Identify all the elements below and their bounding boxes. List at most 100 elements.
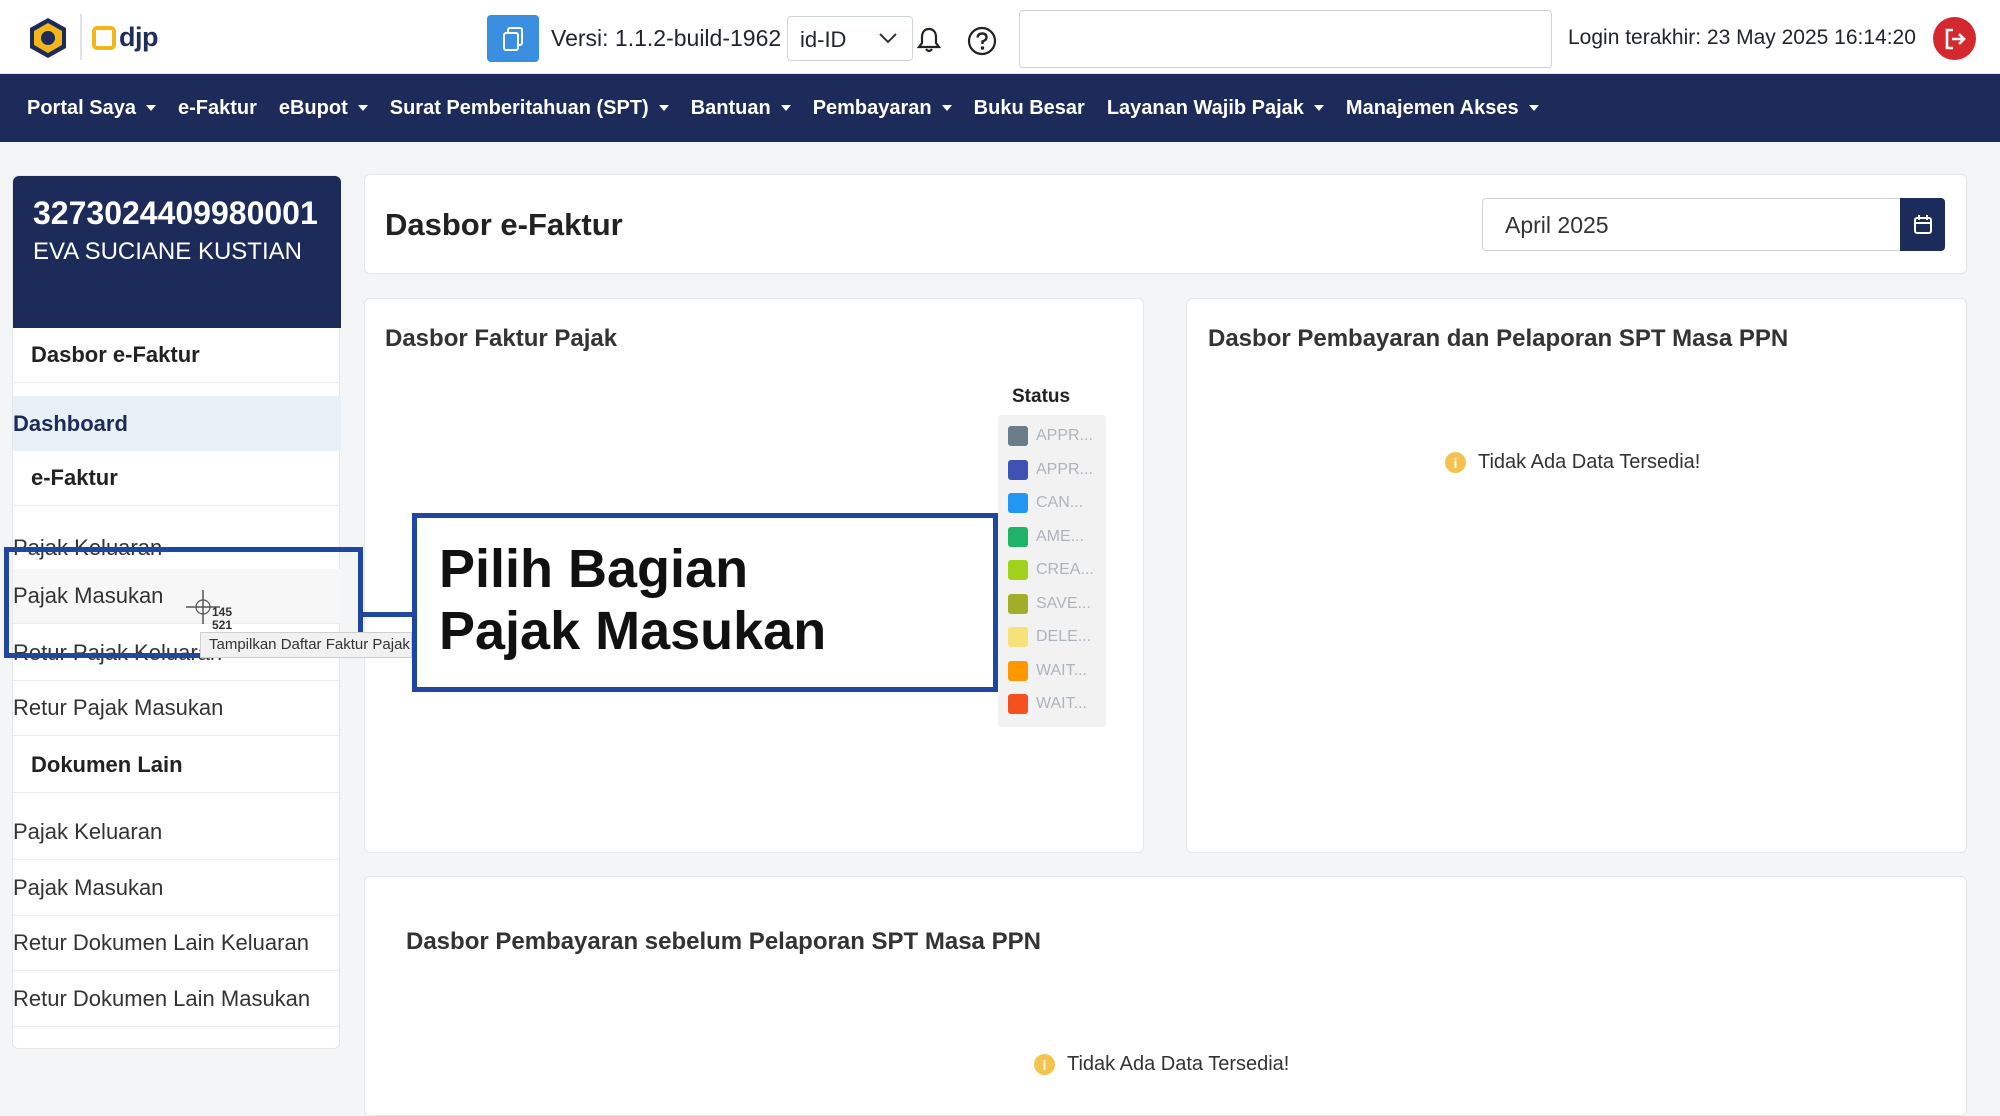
spt-panel-title: Dasbor Pembayaran dan Pelaporan SPT Masa… bbox=[1208, 325, 1789, 352]
legend-label: CAN... bbox=[1036, 494, 1084, 511]
kemenkeu-emblem-icon bbox=[26, 16, 70, 60]
main-navigation: Portal Saya e-Faktur eBupot Surat Pember… bbox=[0, 74, 2000, 142]
legend-item[interactable]: AME... bbox=[1008, 526, 1084, 548]
status-legend: APPR... APPR... CAN... AME... CREA... SA… bbox=[998, 415, 1106, 727]
caret-down-icon bbox=[941, 105, 952, 111]
nav-buku-besar[interactable]: Buku Besar bbox=[974, 97, 1085, 120]
legend-swatch bbox=[1008, 460, 1028, 480]
sidebar-item-dashboard[interactable]: Dashboard bbox=[13, 396, 341, 451]
legend-item[interactable]: DELE... bbox=[1008, 626, 1091, 648]
nav-label: Buku Besar bbox=[973, 96, 1085, 119]
sidebar-item-dl-retur-masukan[interactable]: Retur Dokumen Lain Masukan bbox=[13, 972, 341, 1027]
spt-masa-ppn-panel bbox=[1186, 298, 1967, 853]
info-icon: i bbox=[1034, 1054, 1055, 1075]
sidebar-heading-dasbor[interactable]: Dasbor e-Faktur bbox=[13, 328, 341, 383]
logout-button[interactable] bbox=[1933, 17, 1976, 60]
last-login-info: Login terakhir: 23 May 2025 16:14:20 bbox=[1568, 26, 1916, 50]
bell-icon[interactable] bbox=[916, 26, 942, 54]
legend-label: DELE... bbox=[1036, 628, 1092, 645]
djp-logo[interactable]: djp bbox=[92, 22, 159, 53]
pre-report-no-data-text: Tidak Ada Data Tersedia! bbox=[1067, 1053, 1290, 1075]
nav-ebupot[interactable]: eBupot bbox=[279, 97, 368, 120]
language-select[interactable]: id-ID bbox=[787, 16, 913, 61]
caret-down-icon bbox=[1313, 105, 1324, 111]
legend-title: Status bbox=[1012, 386, 1071, 407]
legend-label: SAVE... bbox=[1036, 595, 1091, 612]
spt-no-data: i Tidak Ada Data Tersedia! bbox=[1445, 451, 1700, 474]
cursor-y: 521 bbox=[212, 618, 233, 632]
nav-bantuan[interactable]: Bantuan bbox=[691, 97, 791, 120]
nav-manajemen-akses[interactable]: Manajemen Akses bbox=[1346, 97, 1539, 120]
caret-down-icon bbox=[658, 105, 669, 111]
legend-item[interactable]: WAIT... bbox=[1008, 660, 1087, 682]
legend-item[interactable]: CAN... bbox=[1008, 492, 1083, 514]
legend-item[interactable]: SAVE... bbox=[1008, 593, 1091, 615]
djp-logo-text: djp bbox=[119, 22, 159, 52]
nav-label: Manajemen Akses bbox=[1345, 96, 1519, 119]
caret-down-icon bbox=[780, 105, 791, 111]
legend-item[interactable]: CREA... bbox=[1008, 559, 1094, 581]
nav-label: e-Faktur bbox=[177, 96, 257, 119]
faktur-panel-title: Dasbor Faktur Pajak bbox=[385, 325, 618, 352]
cursor-coordinates: 145 521 bbox=[212, 606, 232, 632]
legend-item[interactable]: APPR... bbox=[1008, 425, 1093, 447]
legend-label: APPR... bbox=[1036, 427, 1093, 444]
version-label: Versi: bbox=[551, 25, 609, 51]
legend-swatch bbox=[1008, 493, 1028, 513]
nav-label: Surat Pemberitahuan (SPT) bbox=[389, 96, 649, 119]
legend-label: AME... bbox=[1036, 528, 1085, 545]
sidebar-item-dl-retur-keluaran[interactable]: Retur Dokumen Lain Keluaran bbox=[13, 916, 341, 971]
djp-logo-icon bbox=[92, 25, 116, 50]
search-input[interactable] bbox=[1019, 10, 1552, 68]
legend-item[interactable]: WAIT... bbox=[1008, 693, 1087, 715]
info-icon: i bbox=[1445, 452, 1466, 473]
profile-name: EVA SUCIANE KUSTIAN bbox=[33, 238, 302, 265]
help-icon[interactable] bbox=[967, 26, 997, 56]
legend-swatch bbox=[1008, 661, 1028, 681]
legend-label: APPR... bbox=[1036, 461, 1093, 478]
legend-swatch bbox=[1008, 426, 1028, 446]
logo-separator bbox=[80, 14, 82, 60]
nav-layanan-wajib-pajak[interactable]: Layanan Wajib Pajak bbox=[1107, 97, 1324, 120]
sidebar-item-retur-pajak-masukan[interactable]: Retur Pajak Masukan bbox=[13, 681, 341, 736]
caret-down-icon bbox=[357, 105, 368, 111]
instruction-callout: Pilih Bagian Pajak Masukan bbox=[412, 513, 998, 692]
legend-swatch bbox=[1008, 560, 1028, 580]
calendar-icon bbox=[1913, 214, 1932, 234]
last-login-value: 23 May 2025 16:14:20 bbox=[1706, 26, 1916, 49]
pembayaran-sebelum-pelaporan-panel bbox=[364, 876, 1967, 1116]
pre-report-panel-title: Dasbor Pembayaran sebelum Pelaporan SPT … bbox=[406, 928, 1041, 955]
legend-swatch bbox=[1008, 527, 1028, 547]
period-input[interactable]: April 2025 bbox=[1482, 198, 1902, 251]
sidebar-heading-efaktur[interactable]: e-Faktur bbox=[13, 451, 341, 506]
period-value: April 2025 bbox=[1505, 212, 1609, 238]
profile-npwp: 3273024409980001 bbox=[33, 195, 318, 231]
calendar-button[interactable] bbox=[1900, 198, 1945, 251]
profile-card: 3273024409980001 EVA SUCIANE KUSTIAN bbox=[13, 176, 341, 328]
caret-down-icon bbox=[145, 105, 156, 111]
nav-label: eBupot bbox=[278, 96, 348, 119]
nav-pembayaran[interactable]: Pembayaran bbox=[813, 97, 952, 120]
version-value: 1.1.2-build-1962 bbox=[614, 25, 782, 51]
copy-icon bbox=[503, 26, 523, 51]
top-bar: djp Versi: 1.1.2-build-1962 id-ID Login … bbox=[0, 0, 2000, 74]
nav-e-faktur[interactable]: e-Faktur bbox=[178, 97, 257, 120]
sidebar-item-dl-pajak-keluaran[interactable]: Pajak Keluaran bbox=[13, 805, 341, 860]
page-title: Dasbor e-Faktur bbox=[385, 207, 623, 242]
pre-report-no-data: i Tidak Ada Data Tersedia! bbox=[1034, 1053, 1289, 1076]
copy-button[interactable] bbox=[487, 15, 539, 62]
sidebar-item-dl-pajak-masukan[interactable]: Pajak Masukan bbox=[13, 861, 341, 916]
nav-spt[interactable]: Surat Pemberitahuan (SPT) bbox=[390, 97, 669, 120]
logout-icon bbox=[1945, 28, 1966, 49]
last-login-label: Login terakhir: bbox=[1568, 26, 1702, 49]
legend-item[interactable]: APPR... bbox=[1008, 459, 1093, 481]
tooltip: Tampilkan Daftar Faktur Pajak bbox=[200, 632, 412, 658]
legend-swatch bbox=[1008, 627, 1028, 647]
nav-portal-saya[interactable]: Portal Saya bbox=[27, 97, 156, 120]
nav-label: Pembayaran bbox=[812, 96, 932, 119]
sidebar-heading-dokumen-lain[interactable]: Dokumen Lain bbox=[13, 738, 341, 793]
nav-label: Bantuan bbox=[690, 96, 771, 119]
nav-label: Portal Saya bbox=[27, 96, 136, 119]
legend-label: CREA... bbox=[1036, 561, 1094, 578]
version-info: Versi: 1.1.2-build-1962 bbox=[551, 25, 781, 52]
